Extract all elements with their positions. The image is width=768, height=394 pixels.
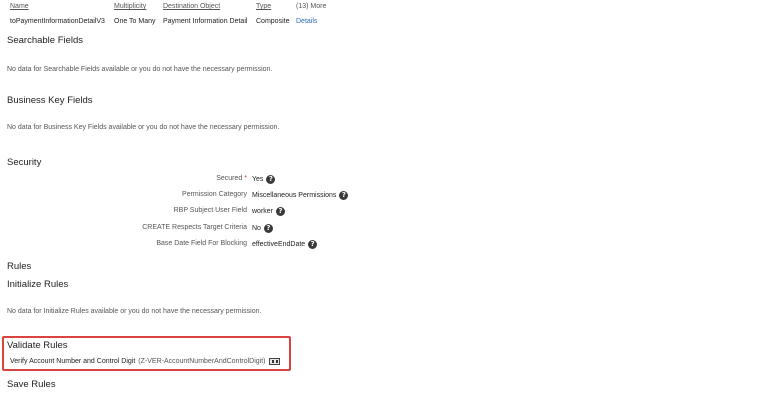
permission-category-value-text: Miscellaneous Permissions — [252, 192, 337, 199]
validate-rules-title: Validate Rules — [7, 340, 68, 351]
association-table-header: Name Multiplicity Destination Object Typ… — [0, 3, 768, 17]
details-link[interactable]: Details — [296, 18, 317, 25]
table-row: toPaymentInformationDetailV3 One To Many… — [0, 18, 768, 32]
rbp-subject-user-label: RBP Subject User Field — [173, 207, 247, 214]
security-field-permission-category: Permission Category Miscellaneous Permis… — [0, 191, 400, 203]
association-type: Composite — [256, 18, 290, 25]
validate-rule-code: (Z-VER-AccountNumberAndControlDigit) — [138, 358, 266, 365]
association-name: toPaymentInformationDetailV3 — [10, 18, 105, 25]
initialize-rules-title: Initialize Rules — [7, 279, 69, 290]
permission-category-label: Permission Category — [182, 191, 247, 198]
security-field-base-date: Base Date Field For Blocking effectiveEn… — [0, 240, 400, 252]
rules-title: Rules — [7, 261, 32, 272]
rule-edit-icon[interactable] — [268, 358, 280, 365]
save-rules-title: Save Rules — [7, 379, 56, 390]
column-header-multiplicity[interactable]: Multiplicity — [114, 3, 146, 10]
column-header-type[interactable]: Type — [256, 3, 271, 10]
validate-rule-item: Verify Account Number and Control Digit … — [10, 358, 280, 365]
searchable-fields-title: Searchable Fields — [7, 35, 84, 46]
initialize-rules-nodata: No data for Initialize Rules available o… — [7, 308, 262, 315]
security-field-rbp-subject-user: RBP Subject User Field worker ? — [0, 207, 400, 219]
business-key-fields-title: Business Key Fields — [7, 95, 93, 106]
association-destination: Payment Information Detail — [163, 18, 248, 25]
column-header-destination[interactable]: Destination Object — [163, 3, 220, 10]
secured-label: Secured * — [216, 175, 247, 182]
security-title: Security — [7, 157, 42, 168]
business-key-fields-nodata: No data for Business Key Fields availabl… — [7, 124, 280, 131]
validate-rule-name[interactable]: Verify Account Number and Control Digit — [10, 358, 135, 365]
question-circle-icon[interactable]: ? — [308, 240, 318, 249]
question-circle-icon[interactable]: ? — [266, 175, 276, 184]
create-respects-target-value: No ? — [252, 224, 273, 233]
question-circle-icon[interactable]: ? — [339, 191, 349, 200]
base-date-label: Base Date Field For Blocking — [156, 240, 247, 247]
security-field-secured: Secured * Yes ? — [0, 175, 400, 187]
question-circle-icon[interactable]: ? — [276, 207, 286, 216]
permission-category-value: Miscellaneous Permissions ? — [252, 191, 349, 200]
rbp-subject-user-value-text: worker — [252, 208, 274, 215]
base-date-value-text: effectiveEndDate — [252, 241, 306, 248]
column-header-name[interactable]: Name — [10, 3, 29, 10]
base-date-value: effectiveEndDate ? — [252, 240, 318, 249]
searchable-fields-nodata: No data for Searchable Fields available … — [7, 66, 273, 73]
rbp-subject-user-value: worker ? — [252, 207, 286, 216]
question-circle-icon[interactable]: ? — [263, 224, 273, 233]
secured-value-text: Yes — [252, 176, 264, 183]
more-columns-link[interactable]: (13) More — [296, 3, 326, 10]
required-marker: * — [244, 175, 247, 182]
create-respects-target-label: CREATE Respects Target Criteria — [142, 224, 247, 231]
association-multiplicity: One To Many — [114, 18, 156, 25]
security-field-create-respects-target: CREATE Respects Target Criteria No ? — [0, 224, 400, 236]
create-respects-target-value-text: No — [252, 225, 261, 232]
secured-value: Yes ? — [252, 175, 276, 184]
